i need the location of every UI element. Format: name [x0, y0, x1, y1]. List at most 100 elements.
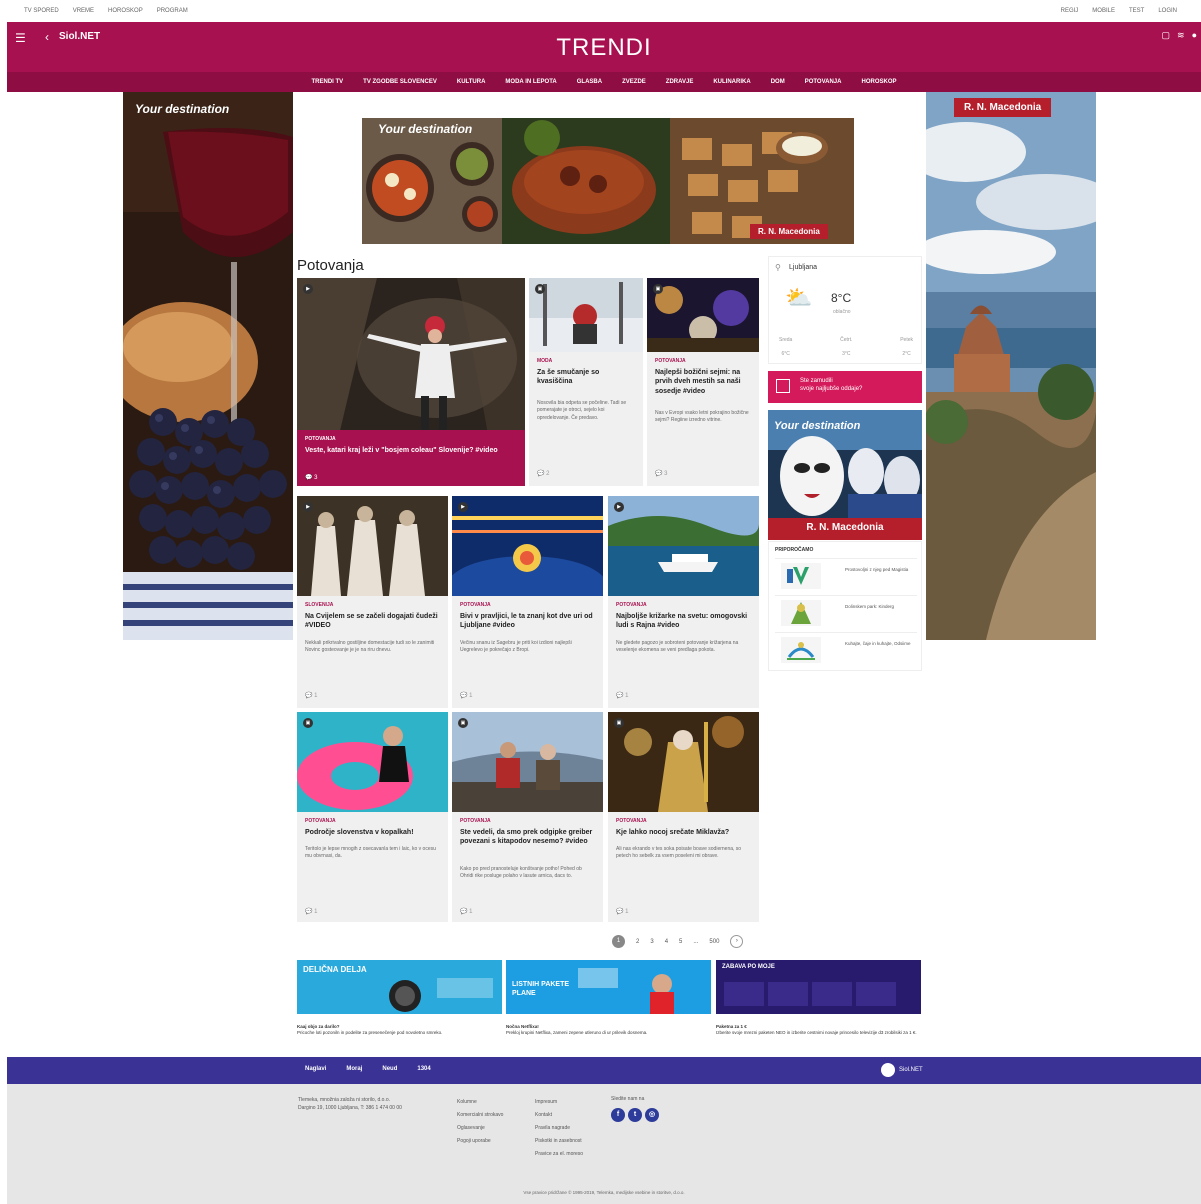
footer-link[interactable]: Pravila nagrade — [535, 1122, 583, 1135]
facebook-icon[interactable]: f — [611, 1108, 625, 1122]
nav-item-zvezde[interactable]: ZVEZDE — [622, 79, 646, 85]
utility-link[interactable]: PROGRAM — [157, 8, 188, 14]
article-card[interactable]: ▣ POTOVANJA Ste vedeli, da smo prek odgi… — [452, 712, 603, 922]
footer-link[interactable]: Impresum — [535, 1096, 583, 1109]
nav-item-tv-zgodbe[interactable]: TV ZGODBE SLOVENCEV — [363, 79, 437, 85]
footer-link[interactable]: Kolumne — [457, 1096, 503, 1109]
catchup-promo[interactable]: Ste zamudili svoje najljubše oddaje? — [768, 371, 922, 403]
footer-link[interactable]: Komercialni strokavo — [457, 1109, 503, 1122]
footer-link[interactable]: Kontakt — [535, 1109, 583, 1122]
article-category[interactable]: POTOVANJA — [616, 818, 647, 824]
comments-count: 💬 1 — [616, 693, 629, 699]
article-category[interactable]: MODA — [537, 358, 552, 364]
footer-link[interactable]: Pogoji uporabe — [457, 1135, 503, 1148]
utility-link[interactable]: TEST — [1129, 8, 1144, 14]
sidebar-ad[interactable]: Your destination R. N. Macedonia — [768, 410, 922, 540]
article-summary: Teritolo je lepse mnogih z osecavanla te… — [305, 846, 436, 860]
article-category[interactable]: POTOVANJA — [655, 358, 686, 364]
article-card[interactable]: ▶ SLOVENIJA Na Cvijelem se se začeli dog… — [297, 496, 448, 708]
footer-link[interactable]: Pravice za el. moreso — [535, 1148, 583, 1161]
recommendation-item[interactable]: Kuhajte, čaje in kuhajte, Odsiime — [775, 632, 917, 666]
footer-link[interactable]: Piskotki in zasebnost — [535, 1135, 583, 1148]
footer-link[interactable]: 1304 — [417, 1066, 430, 1072]
search-icon[interactable]: ⚲ — [775, 263, 781, 272]
nav-item-horoskop[interactable]: HOROSKOP — [861, 79, 896, 85]
article-title[interactable]: Bivi v pravljici, le ta znanj kot dve ur… — [460, 612, 595, 631]
nav-item-zdravje[interactable]: ZDRAVJE — [666, 79, 694, 85]
footer-brand[interactable]: Siol.NET — [881, 1063, 923, 1077]
article-card[interactable]: ▣ POTOVANJA Področje slovenstva v kopalk… — [297, 712, 448, 922]
article-category[interactable]: POTOVANJA — [305, 818, 336, 824]
top-banner-ad[interactable]: Your destination R. N. Macedonia — [362, 118, 854, 244]
article-title[interactable]: Področje slovenstva v kopalkah! — [305, 828, 440, 837]
promo-line-1: Ste zamudili — [800, 378, 833, 384]
utility-link[interactable]: REGIJ — [1061, 8, 1079, 14]
utility-link[interactable]: VREME — [73, 8, 94, 14]
utility-link[interactable]: MOBILE — [1092, 8, 1115, 14]
gallery-icon: ▣ — [614, 718, 624, 728]
instagram-icon[interactable]: ◎ — [645, 1108, 659, 1122]
article-title[interactable]: Za še smučanje so kvasiščina — [537, 368, 635, 387]
ad-caption[interactable]: Paketna za 1 € Izberite svoje mrezni pake… — [716, 1024, 921, 1037]
utility-link[interactable]: LOGIN — [1158, 8, 1177, 14]
article-category[interactable]: POTOVANJA — [460, 602, 491, 608]
page-current[interactable]: 1 — [612, 935, 625, 948]
footer-link[interactable]: Neud — [382, 1066, 397, 1072]
footer-link[interactable]: Oglasevanje — [457, 1122, 503, 1135]
bottom-ad[interactable]: LISTNIH PAKETE PLANE — [506, 960, 711, 1014]
partner-logo — [781, 600, 821, 626]
article-card[interactable]: ▶ POTOVANJA Bivi v pravljici, le ta znan… — [452, 496, 603, 708]
bottom-ad[interactable]: DELIČNA DELJA — [297, 960, 502, 1014]
comments-count: 💬 1 — [616, 909, 629, 915]
page-link[interactable]: 3 — [650, 939, 653, 945]
article-category[interactable]: POTOVANJA — [460, 818, 491, 824]
article-title[interactable]: Ste vedeli, da smo prek odgipke greiber … — [460, 828, 595, 847]
nav-item-potovanja[interactable]: POTOVANJA — [805, 79, 842, 85]
recommendation-item[interactable]: Dolinskem park: Kinderg — [775, 595, 917, 629]
page-link[interactable]: 5 — [679, 939, 682, 945]
twitter-icon[interactable]: t — [628, 1108, 642, 1122]
utility-link[interactable]: HOROSKOP — [108, 8, 143, 14]
feature-title[interactable]: Veste, katari kraj leži v "bosjem coleau… — [305, 446, 517, 455]
utility-link[interactable]: TV SPORED — [24, 8, 59, 14]
article-title[interactable]: Najlepši božični sejmi: na prvih dveh me… — [655, 368, 751, 396]
social-links: Sledite nam na f t ◎ — [611, 1096, 662, 1122]
forecast-day: Četrt. 3°C — [840, 337, 853, 357]
article-card[interactable]: ▶ POTOVANJA Najboljše križarke na svetu:… — [608, 496, 759, 708]
article-title[interactable]: Na Cvijelem se se začeli dogajati čudeži… — [305, 612, 440, 631]
nav-item-dom[interactable]: DOM — [771, 79, 785, 85]
page-link[interactable]: 2 — [636, 939, 639, 945]
feature-card[interactable]: ▶ POTOVANJA Veste, katari kraj leži v "b… — [297, 278, 525, 486]
skin-ad-right[interactable]: R. N. Macedonia — [926, 92, 1096, 640]
bottom-ad[interactable]: ZABAVA PO MOJE — [716, 960, 921, 1014]
feature-category[interactable]: POTOVANJA — [305, 436, 336, 442]
article-card[interactable]: ▣ POTOVANJA Kje lahko nocoj srečate Mikl… — [608, 712, 759, 922]
nav-item-glasba[interactable]: GLASBA — [577, 79, 602, 85]
footer-link[interactable]: Naglavi — [305, 1066, 326, 1072]
recommendation-item[interactable]: Prostovoljni z njeg ped Magistia — [775, 558, 917, 592]
nav-item-kulinarika[interactable]: KULINARIKA — [713, 79, 750, 85]
ad-caption[interactable]: Nočna Netflixa! Prekloj krupini Netflixa,… — [506, 1024, 711, 1037]
page-last[interactable]: 500 — [709, 939, 719, 945]
bookmark-icon[interactable]: ▢ — [1162, 30, 1171, 41]
page-link[interactable]: 4 — [665, 939, 668, 945]
nav-item-kultura[interactable]: KULTURA — [457, 79, 486, 85]
skin-ad-left[interactable]: Your destination — [123, 92, 293, 640]
video-icon: ▶ — [303, 284, 313, 294]
promo-line-2: svoje najljubše oddaje? — [800, 386, 863, 393]
nav-item-moda[interactable]: MODA IN LEPOTA — [505, 79, 556, 85]
page-title[interactable]: TRENDI — [7, 34, 1201, 62]
article-title[interactable]: Kje lahko nocoj srečate Miklavža? — [616, 828, 751, 837]
article-card[interactable]: ▣ POTOVANJA Najlepši božični sejmi: na p… — [647, 278, 759, 486]
article-title[interactable]: Najboljše križarke na svetu: omogovski l… — [616, 612, 751, 631]
weather-city[interactable]: Ljubljana — [789, 264, 817, 271]
footer-link[interactable]: Moraj — [346, 1066, 362, 1072]
ad-caption[interactable]: Kaaj objo za darilo? Pricoche loti pozoni… — [297, 1024, 502, 1037]
article-category[interactable]: SLOVENIJA — [305, 602, 333, 608]
rss-icon[interactable]: ≋ — [1177, 30, 1185, 41]
nav-item-trendi-tv[interactable]: TRENDI TV — [312, 79, 344, 85]
article-card[interactable]: ▣ MODA Za še smučanje so kvasiščina Noso… — [529, 278, 643, 486]
article-category[interactable]: POTOVANJA — [616, 602, 647, 608]
next-page-icon[interactable]: › — [730, 935, 744, 948]
user-icon[interactable]: ● — [1192, 30, 1197, 41]
